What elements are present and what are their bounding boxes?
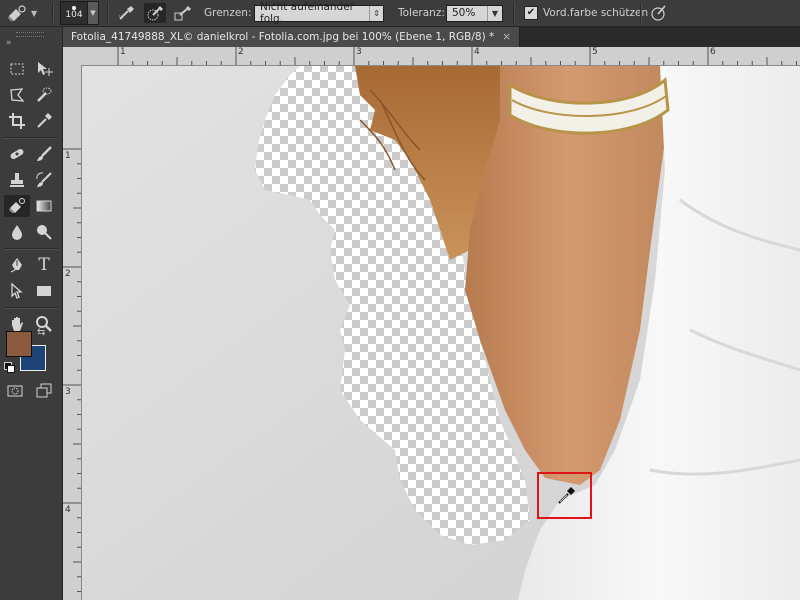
bandage-icon xyxy=(10,149,24,159)
lasso-tool[interactable] xyxy=(4,84,30,106)
tolerance-value: 50% xyxy=(452,7,476,19)
chevron-down-icon: ▼ xyxy=(487,5,502,21)
v-ruler-label: 3 xyxy=(65,387,71,397)
tolerance-group: Toleranz: xyxy=(398,0,445,26)
v-ruler-label: 4 xyxy=(65,505,71,515)
foreground-color-swatch[interactable] xyxy=(6,331,32,357)
pen-icon xyxy=(10,258,22,273)
v-ruler-label: 1 xyxy=(65,151,71,161)
document-tab-bar: Fotolia_41749888_XL© danielkrol - Fotoli… xyxy=(63,27,800,47)
stamp-icon xyxy=(10,173,24,187)
v-ruler-label: 2 xyxy=(65,269,71,279)
photo-image xyxy=(82,66,800,600)
boundaries-group: Grenzen: xyxy=(204,0,252,26)
background-eraser-tool[interactable] xyxy=(4,195,30,217)
h-ruler-label: 6 xyxy=(710,47,716,57)
screen-mode-button[interactable] xyxy=(31,380,57,402)
rect-marquee-icon xyxy=(10,63,24,75)
default-colors-icon[interactable] xyxy=(4,362,15,373)
eyedropper-tool[interactable] xyxy=(31,110,57,132)
gradient-tool[interactable] xyxy=(31,195,57,217)
type-T-icon: T xyxy=(38,255,50,275)
history-brush-icon xyxy=(36,172,52,187)
panel-grip[interactable] xyxy=(16,32,44,37)
tolerance-label: Toleranz: xyxy=(398,7,445,19)
updown-arrows-icon: ⇕ xyxy=(369,5,383,21)
eyedropper-cursor-icon xyxy=(558,487,575,504)
brush-preview: 104 xyxy=(60,1,88,25)
h-ruler-label: 2 xyxy=(238,47,244,57)
swap-colors-icon[interactable]: ⇆ xyxy=(37,327,45,338)
brush-tool[interactable] xyxy=(31,143,57,165)
blur-tool[interactable] xyxy=(4,221,30,243)
pen-tool[interactable] xyxy=(4,254,30,276)
tools-panel: » T ⇆ xyxy=(0,27,63,600)
quick-selection-icon xyxy=(37,87,52,102)
brush-icon xyxy=(37,146,52,161)
path-selection-icon xyxy=(11,282,23,299)
sampling-continuous-button[interactable] xyxy=(116,3,138,23)
boundaries-value: Nicht aufeinander folg. xyxy=(260,1,355,25)
move-icon xyxy=(38,62,53,76)
quick-mask-button[interactable] xyxy=(2,380,28,402)
polygon-lasso-icon xyxy=(10,88,25,102)
document-tab-title: Fotolia_41749888_XL© danielkrol - Fotoli… xyxy=(71,31,495,43)
spot-healing-tool[interactable] xyxy=(4,143,30,165)
protect-foreground-checkbox[interactable]: ✔ Vord.farbe schützen xyxy=(524,0,648,26)
sampling-buttons xyxy=(116,0,194,26)
sampling-background-icon xyxy=(174,6,191,21)
sampling-once-button[interactable] xyxy=(144,3,166,23)
document-tab[interactable]: Fotolia_41749888_XL© danielkrol - Fotoli… xyxy=(63,27,521,47)
background-eraser-icon xyxy=(8,5,26,21)
dodge-icon xyxy=(37,225,52,240)
brush-size-dropdown-icon[interactable]: ▼ xyxy=(88,1,99,25)
vertical-ruler-ticks xyxy=(63,148,81,592)
rect-marquee-tool[interactable] xyxy=(4,58,30,80)
tool-preset-picker[interactable]: ▼ xyxy=(6,0,37,26)
collapse-arrows-icon[interactable]: » xyxy=(6,38,12,48)
vertical-ruler[interactable]: 1 2 3 4 xyxy=(63,65,82,600)
tablet-pressure-icon xyxy=(651,5,666,21)
brush-size-picker[interactable]: 104 ▼ xyxy=(60,0,99,26)
clone-stamp-tool[interactable] xyxy=(4,169,30,191)
horizontal-ruler[interactable]: 1 2 3 4 5 6 xyxy=(81,47,800,66)
sampling-background-swatch-button[interactable] xyxy=(172,3,194,23)
path-selection-tool[interactable] xyxy=(4,280,30,302)
quick-mask-icon xyxy=(7,385,23,397)
ruler-origin[interactable] xyxy=(63,47,82,66)
protect-foreground-label: Vord.farbe schützen xyxy=(543,7,649,19)
move-tool[interactable] xyxy=(31,58,57,80)
history-brush-tool[interactable] xyxy=(31,169,57,191)
h-ruler-label: 5 xyxy=(592,47,598,57)
eyedropper-icon xyxy=(37,113,52,128)
close-tab-icon[interactable]: × xyxy=(502,31,511,43)
tolerance-field[interactable]: 50% ▼ xyxy=(446,0,503,26)
dodge-tool[interactable] xyxy=(31,221,57,243)
chevron-down-icon: ▼ xyxy=(31,8,38,18)
blur-drop-icon xyxy=(12,225,22,240)
boundaries-label: Grenzen: xyxy=(204,7,252,19)
image-canvas[interactable] xyxy=(82,66,800,600)
gradient-icon xyxy=(36,200,52,212)
crop-icon xyxy=(9,113,25,129)
h-ruler-label: 4 xyxy=(474,47,480,57)
rectangle-shape-icon xyxy=(37,286,51,296)
screen-mode-icon xyxy=(36,383,52,398)
horizontal-ruler-ticks xyxy=(117,47,797,65)
crop-tool[interactable] xyxy=(4,110,30,132)
brush-size-value: 104 xyxy=(65,10,83,20)
type-tool[interactable]: T xyxy=(31,254,57,276)
h-ruler-label: 1 xyxy=(120,47,126,57)
sampling-once-icon xyxy=(147,6,163,21)
options-bar: ▼ 104 ▼ Grenzen: Nicht aufeinander folg.… xyxy=(0,0,800,27)
checkbox-checked-icon: ✔ xyxy=(524,6,538,20)
boundaries-dropdown[interactable]: Nicht aufeinander folg. ⇕ xyxy=(254,0,384,26)
rectangle-tool[interactable] xyxy=(31,280,57,302)
pressure-size-button[interactable] xyxy=(650,0,668,26)
quick-selection-tool[interactable] xyxy=(31,84,57,106)
sampling-continuous-icon xyxy=(119,6,134,20)
h-ruler-label: 3 xyxy=(356,47,362,57)
background-eraser-icon xyxy=(9,198,25,213)
